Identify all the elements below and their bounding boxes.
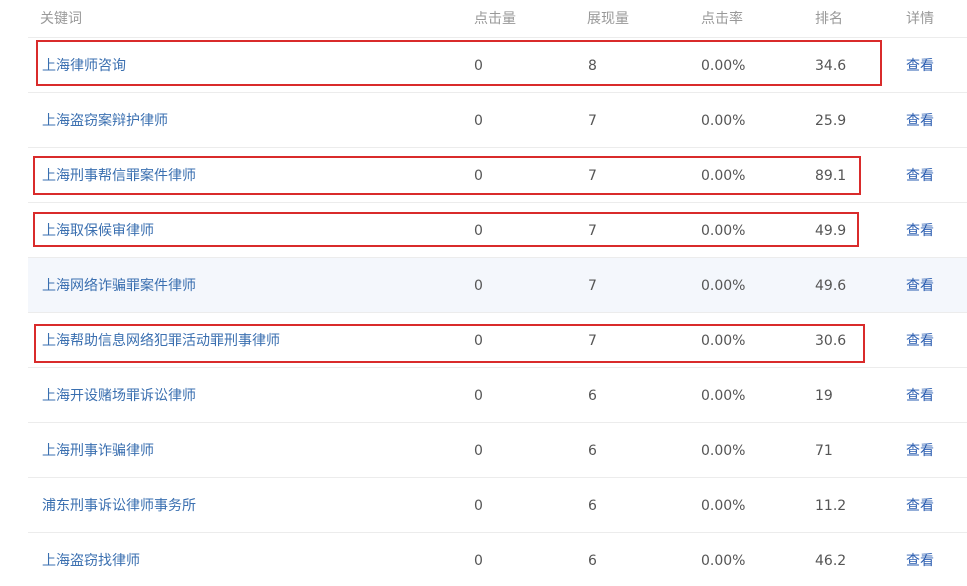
table-row: 上海网络诈骗罪案件律师 0 7 0.00% 49.6 查看 [28, 258, 967, 313]
keyword-link[interactable]: 上海盗窃案辩护律师 [42, 112, 168, 130]
view-detail-link[interactable]: 查看 [906, 277, 934, 295]
header-ctr[interactable]: 点击率 [701, 8, 743, 28]
rank-value: 19 [815, 388, 833, 404]
clicks-value: 0 [474, 58, 483, 74]
header-rank[interactable]: 排名 [815, 8, 843, 28]
impressions-value: 8 [588, 58, 597, 74]
clicks-value: 0 [474, 553, 483, 569]
table-row: 上海开设赌场罪诉讼律师 0 6 0.00% 19 查看 [28, 368, 967, 423]
view-detail-link[interactable]: 查看 [906, 387, 934, 405]
ctr-value: 0.00% [701, 223, 746, 239]
impressions-value: 7 [588, 223, 597, 239]
impressions-value: 6 [588, 553, 597, 569]
rank-value: 11.2 [815, 498, 847, 514]
ctr-value: 0.00% [701, 553, 746, 569]
clicks-value: 0 [474, 333, 483, 349]
keyword-link[interactable]: 上海开设赌场罪诉讼律师 [42, 387, 196, 405]
clicks-value: 0 [474, 278, 483, 294]
header-clicks[interactable]: 点击量 [474, 8, 516, 28]
clicks-value: 0 [474, 223, 483, 239]
table-row: 上海律师咨询 0 8 0.00% 34.6 查看 [28, 38, 967, 93]
clicks-value: 0 [474, 113, 483, 129]
ctr-value: 0.00% [701, 113, 746, 129]
table-row: 上海帮助信息网络犯罪活动罪刑事律师 0 7 0.00% 30.6 查看 [28, 313, 967, 368]
view-detail-link[interactable]: 查看 [906, 332, 934, 350]
keyword-table: 关键词 点击量 展现量 点击率 排名 详情 上海律师咨询 0 8 0.00% 3… [0, 0, 967, 586]
clicks-value: 0 [474, 168, 483, 184]
ctr-value: 0.00% [701, 443, 746, 459]
ctr-value: 0.00% [701, 278, 746, 294]
keyword-link[interactable]: 上海律师咨询 [42, 57, 126, 75]
rank-value: 34.6 [815, 58, 847, 74]
rank-value: 49.9 [815, 223, 847, 239]
view-detail-link[interactable]: 查看 [906, 442, 934, 460]
clicks-value: 0 [474, 388, 483, 404]
table-row: 上海刑事帮信罪案件律师 0 7 0.00% 89.1 查看 [28, 148, 967, 203]
ctr-value: 0.00% [701, 388, 746, 404]
impressions-value: 6 [588, 443, 597, 459]
table-row: 上海刑事诈骗律师 0 6 0.00% 71 查看 [28, 423, 967, 478]
ctr-value: 0.00% [701, 333, 746, 349]
impressions-value: 7 [588, 333, 597, 349]
keyword-link[interactable]: 浦东刑事诉讼律师事务所 [42, 497, 196, 515]
impressions-value: 7 [588, 278, 597, 294]
ctr-value: 0.00% [701, 58, 746, 74]
view-detail-link[interactable]: 查看 [906, 222, 934, 240]
header-detail: 详情 [906, 11, 934, 27]
keyword-link[interactable]: 上海取保候审律师 [42, 222, 154, 240]
ctr-value: 0.00% [701, 168, 746, 184]
impressions-value: 6 [588, 388, 597, 404]
view-detail-link[interactable]: 查看 [906, 57, 934, 75]
table-header: 关键词 点击量 展现量 点击率 排名 详情 [28, 0, 967, 38]
header-keyword[interactable]: 关键词 [40, 8, 82, 28]
impressions-value: 7 [588, 168, 597, 184]
rank-value: 25.9 [815, 113, 847, 129]
keyword-link[interactable]: 上海帮助信息网络犯罪活动罪刑事律师 [42, 332, 280, 350]
table-row: 浦东刑事诉讼律师事务所 0 6 0.00% 11.2 查看 [28, 478, 967, 533]
rank-value: 46.2 [815, 553, 847, 569]
ctr-value: 0.00% [701, 498, 746, 514]
keyword-link[interactable]: 上海网络诈骗罪案件律师 [42, 277, 196, 295]
view-detail-link[interactable]: 查看 [906, 552, 934, 570]
clicks-value: 0 [474, 498, 483, 514]
view-detail-link[interactable]: 查看 [906, 497, 934, 515]
keyword-link[interactable]: 上海刑事帮信罪案件律师 [42, 167, 196, 185]
table-row: 上海盗窃案辩护律师 0 7 0.00% 25.9 查看 [28, 93, 967, 148]
impressions-value: 6 [588, 498, 597, 514]
rank-value: 71 [815, 443, 833, 459]
table-row: 上海盗窃找律师 0 6 0.00% 46.2 查看 [28, 533, 967, 586]
impressions-value: 7 [588, 113, 597, 129]
header-impressions[interactable]: 展现量 [587, 8, 629, 28]
table-row: 上海取保候审律师 0 7 0.00% 49.9 查看 [28, 203, 967, 258]
clicks-value: 0 [474, 443, 483, 459]
view-detail-link[interactable]: 查看 [906, 112, 934, 130]
keyword-link[interactable]: 上海刑事诈骗律师 [42, 442, 154, 460]
rank-value: 89.1 [815, 168, 847, 184]
keyword-link[interactable]: 上海盗窃找律师 [42, 552, 140, 570]
rank-value: 30.6 [815, 333, 847, 349]
view-detail-link[interactable]: 查看 [906, 167, 934, 185]
rank-value: 49.6 [815, 278, 847, 294]
